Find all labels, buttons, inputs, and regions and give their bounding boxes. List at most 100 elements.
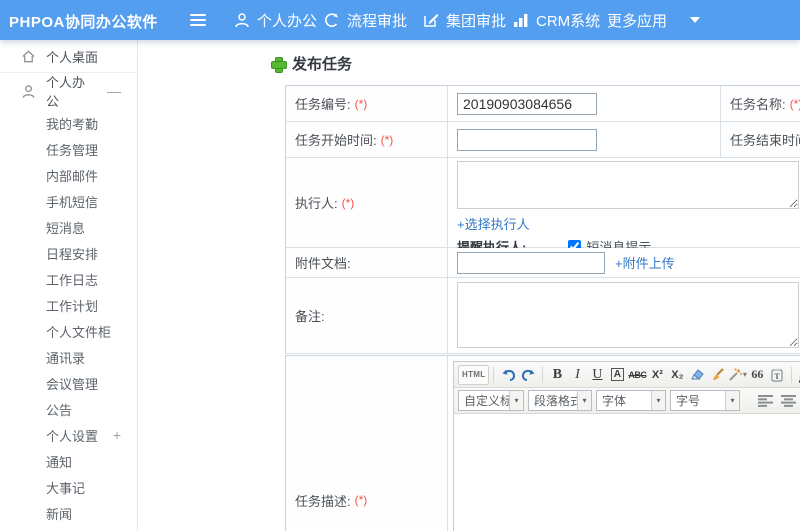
bold-button[interactable]: B — [547, 365, 567, 385]
svg-text:T: T — [775, 372, 781, 381]
editor-toolbar-row1: HTML B I U A ABC X² X₂ ▾ 66 T — [454, 362, 800, 388]
attachment-label: 附件文档: — [286, 248, 448, 278]
redo-button[interactable] — [518, 365, 538, 385]
format-brush-button[interactable] — [707, 365, 727, 385]
executor-label: 执行人: (*) — [286, 158, 448, 248]
alignment-buttons — [756, 391, 800, 410]
start-time-label: 任务开始时间: (*) — [286, 122, 448, 158]
source-code-button[interactable]: HTML — [458, 364, 490, 385]
sidebar-submenu: 我的考勤 任务管理 内部邮件 手机短信 短消息 日程安排 工作日志 工作计划 个… — [0, 110, 137, 526]
app-logo: PHPOA协同办公软件 — [9, 14, 158, 31]
edit-square-icon — [424, 14, 439, 27]
custom-heading-dropdown[interactable]: 自定义标题 ▾ — [458, 390, 524, 411]
attachment-cell: +附件上传 — [448, 248, 800, 278]
sidebar-item-personal-desktop[interactable]: 个人桌面 — [0, 40, 137, 73]
description-label: 任务描述: (*) — [286, 356, 448, 531]
user-icon — [235, 13, 249, 28]
nav-personal-office[interactable]: 个人办公 — [234, 0, 317, 40]
nav-group-approval[interactable]: 集团审批 — [423, 0, 506, 40]
collapse-icon[interactable]: — — [107, 83, 121, 99]
sidebar-item-milestones[interactable]: 大事记 — [0, 474, 137, 500]
sidebar-item-my-attendance[interactable]: 我的考勤 — [0, 110, 137, 136]
remark-label: 备注: — [286, 278, 448, 354]
redo-icon — [521, 369, 535, 381]
remark-textarea[interactable] — [457, 282, 799, 348]
bar-chart-icon — [514, 13, 528, 27]
caret-down-icon: ▾ — [725, 391, 739, 410]
sidebar-item-announcement[interactable]: 公告 — [0, 396, 137, 422]
executor-cell: +选择执行人 提醒执行人: 短消息提示 — [448, 158, 800, 255]
align-left-button[interactable] — [756, 391, 775, 410]
font-color-button[interactable]: A ▾ — [796, 365, 800, 385]
eraser-icon — [691, 369, 704, 380]
paste-as-text-button[interactable]: T — [767, 365, 787, 385]
sidebar-item-internal-mail[interactable]: 内部邮件 — [0, 162, 137, 188]
task-number-cell — [448, 86, 721, 122]
menu-toggle-icon[interactable] — [190, 14, 206, 26]
align-center-icon — [781, 394, 796, 407]
task-form-table: 任务编号:(*) 任务名称:(*) 任务开始时间:(*) 任务结束时间:(*) — [285, 85, 800, 354]
sidebar-item-personal-files[interactable]: 个人文件柜 — [0, 318, 137, 344]
undo-icon — [502, 369, 515, 381]
editor-toolbar-row2: 自定义标题 ▾ 段落格式 ▾ 字体 ▾ 字号 ▾ — [454, 388, 800, 414]
align-center-button[interactable] — [779, 391, 798, 410]
nav-more-apps[interactable]: 更多应用 — [607, 0, 701, 40]
sidebar-item-notification[interactable]: 通知 — [0, 448, 137, 474]
description-form-table: 任务描述: (*) HTML B I U A ABC X² X₂ ▾ 66 T … — [285, 355, 800, 531]
subscript-button[interactable]: X₂ — [667, 365, 687, 385]
magic-wand-icon — [729, 368, 742, 381]
start-time-cell — [448, 122, 721, 158]
caret-down-icon: ▾ — [742, 370, 747, 379]
sidebar-group-personal-office[interactable]: 个人办公 — — [0, 75, 137, 109]
strikethrough-button[interactable]: ABC — [627, 365, 647, 385]
sidebar-item-personal-settings[interactable]: 个人设置 + — [0, 422, 137, 448]
sidebar-item-work-plan[interactable]: 工作计划 — [0, 292, 137, 318]
sidebar-item-work-log[interactable]: 工作日志 — [0, 266, 137, 292]
caret-down-icon — [690, 17, 701, 23]
undo-button[interactable] — [498, 365, 518, 385]
choose-executor-link[interactable]: +选择执行人 — [457, 217, 530, 232]
caret-down-icon: ▾ — [651, 391, 665, 410]
font-size-dropdown[interactable]: 字号 ▾ — [670, 390, 740, 411]
user-icon — [22, 84, 35, 98]
sidebar-item-news[interactable]: 新闻 — [0, 500, 137, 526]
align-left-icon — [758, 394, 773, 407]
sidebar-item-schedule[interactable]: 日程安排 — [0, 240, 137, 266]
remove-format-button[interactable] — [687, 365, 707, 385]
task-number-label: 任务编号: (*) — [286, 86, 448, 122]
editor-content-area[interactable] — [454, 414, 800, 531]
sidebar-item-mobile-sms[interactable]: 手机短信 — [0, 188, 137, 214]
sidebar-item-short-message[interactable]: 短消息 — [0, 214, 137, 240]
underline-button[interactable]: U — [587, 365, 607, 385]
expand-icon[interactable]: + — [113, 427, 121, 443]
paragraph-format-dropdown[interactable]: 段落格式 ▾ — [528, 390, 592, 411]
caret-down-icon: ▾ — [577, 391, 591, 410]
attachment-upload-link[interactable]: +附件上传 — [615, 253, 675, 272]
page-title: 发布任务 — [271, 53, 352, 74]
blockquote-button[interactable]: 66 — [747, 365, 767, 385]
top-navigation-bar: PHPOA协同办公软件 个人办公 流程审批 集团审批 CRM系统 更多应用 — [0, 0, 800, 40]
font-family-dropdown[interactable]: 字体 ▾ — [596, 390, 666, 411]
home-icon — [22, 49, 35, 62]
quick-format-button[interactable]: ▾ — [727, 365, 747, 385]
task-name-label: 任务名称:(*) — [721, 86, 800, 122]
italic-button[interactable]: I — [567, 365, 587, 385]
task-number-input[interactable] — [457, 92, 597, 115]
nav-crm-system[interactable]: CRM系统 — [513, 0, 600, 40]
sidebar-item-contacts[interactable]: 通讯录 — [0, 344, 137, 370]
attachment-input[interactable] — [457, 251, 605, 274]
end-time-label: 任务结束时间:(*) — [721, 122, 800, 158]
description-editor-cell: HTML B I U A ABC X² X₂ ▾ 66 T 自定义标 ▾ 段落格… — [448, 356, 800, 531]
executor-textarea[interactable] — [457, 161, 799, 209]
nav-process-approval[interactable]: 流程审批 — [323, 0, 407, 40]
caret-down-icon: ▾ — [509, 391, 523, 410]
font-style-button[interactable]: A — [607, 365, 627, 385]
remark-cell — [448, 278, 800, 354]
start-time-input[interactable] — [457, 128, 597, 151]
superscript-button[interactable]: X² — [647, 365, 667, 385]
sidebar-item-task-management[interactable]: 任务管理 — [0, 136, 137, 162]
process-history-icon — [325, 13, 338, 27]
app-window: PHPOA协同办公软件 个人办公 流程审批 集团审批 CRM系统 更多应用 个人… — [0, 0, 800, 531]
sidebar-item-meeting-management[interactable]: 会议管理 — [0, 370, 137, 396]
clipboard-t-icon: T — [771, 368, 784, 382]
